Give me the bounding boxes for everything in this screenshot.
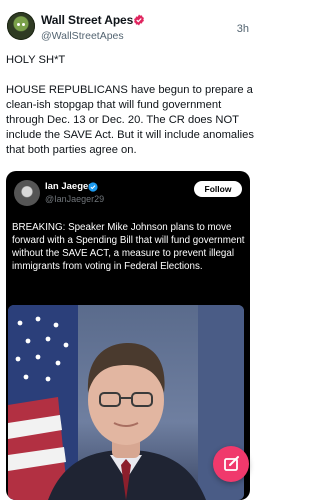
- author-name[interactable]: Wall Street Apes: [41, 13, 133, 27]
- compose-icon: [224, 456, 239, 471]
- verified-badge-icon: [134, 14, 144, 26]
- quoted-author-name[interactable]: Ian Jaeger: [45, 181, 92, 192]
- quoted-verified-badge-icon: [88, 182, 98, 192]
- author-handle[interactable]: @WallStreetApes: [41, 30, 124, 42]
- tweet-paragraph: HOLY SH*T: [6, 54, 66, 66]
- compose-button[interactable]: [213, 446, 249, 482]
- quoted-tweet-image[interactable]: [8, 305, 244, 500]
- quoted-author-handle[interactable]: @IanJaeger29: [45, 194, 104, 204]
- tweet-timestamp[interactable]: 3h: [237, 23, 249, 35]
- author-avatar[interactable]: [7, 12, 35, 40]
- follow-button[interactable]: Follow: [194, 181, 242, 197]
- tweet-paragraph: HOUSE REPUBLICANS have begun to prepare …: [6, 84, 254, 156]
- quoted-author-avatar[interactable]: [14, 180, 40, 206]
- tweet-header: Wall Street Apes @WallStreetApes 3h: [0, 0, 260, 52]
- portrait-image: [8, 305, 244, 500]
- quoted-tweet-text: BREAKING: Speaker Mike Johnson plans to …: [12, 222, 245, 272]
- tweet-text: HOLY SH*T HOUSE REPUBLICANS have begun t…: [6, 53, 256, 173]
